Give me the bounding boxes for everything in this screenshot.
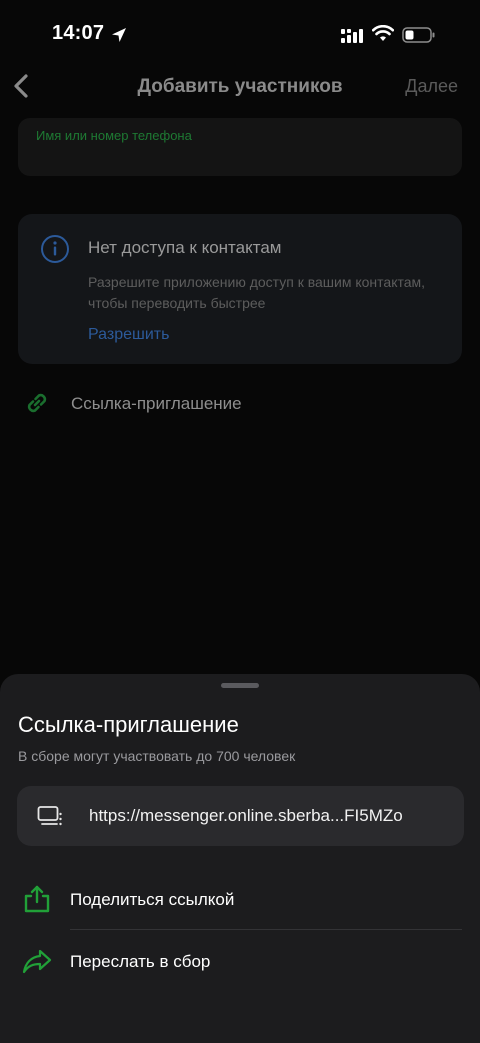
- link-icon: [27, 393, 47, 413]
- battery-icon: [402, 27, 435, 43]
- screen: 14:07 Добавить участников Далее Имя или …: [0, 0, 480, 1043]
- location-arrow-icon: [112, 28, 126, 42]
- invite-url-text: https://messenger.online.sberba...FI5MZo: [89, 806, 403, 825]
- sheet-subtitle: В сборе могут участвовать до 700 человек: [18, 748, 296, 764]
- allow-access-link[interactable]: Разрешить: [88, 326, 169, 344]
- wifi-icon: [372, 25, 394, 41]
- next-button[interactable]: Далее: [405, 76, 458, 97]
- navigation-bar: Добавить участников Далее: [0, 64, 480, 108]
- sheet-title: Ссылка-приглашение: [18, 712, 239, 737]
- share-icon: [24, 885, 50, 913]
- invite-link-row[interactable]: Ссылка-приглашение: [18, 384, 462, 424]
- contacts-card-title: Нет доступа к контактам: [88, 238, 282, 257]
- forward-to-fund-button[interactable]: Переслать в сбор: [0, 934, 480, 990]
- status-time: 14:07: [52, 22, 105, 44]
- forward-to-fund-label: Переслать в сбор: [70, 952, 211, 971]
- contacts-card-text: Разрешите приложению доступ к вашим конт…: [88, 274, 426, 311]
- cellular-signal-icon: [341, 29, 363, 43]
- sheet-drag-handle[interactable]: [221, 683, 259, 688]
- invite-link-label: Ссылка-приглашение: [71, 394, 242, 413]
- share-link-button[interactable]: Поделиться ссылкой: [0, 872, 480, 928]
- actions-divider: [70, 929, 462, 930]
- info-icon: [41, 235, 69, 263]
- invite-url-box[interactable]: https://messenger.online.sberba...FI5MZo: [17, 786, 464, 846]
- status-bar: 14:07: [0, 0, 480, 70]
- search-placeholder: Имя или номер телефона: [36, 128, 192, 143]
- search-input[interactable]: Имя или номер телефона: [18, 118, 462, 176]
- share-link-label: Поделиться ссылкой: [70, 890, 235, 909]
- forward-icon: [22, 949, 52, 974]
- copy-link-icon: [37, 806, 62, 826]
- invite-bottom-sheet: Ссылка-приглашение В сборе могут участво…: [0, 674, 480, 1043]
- contacts-access-card: Нет доступа к контактам Разрешите прилож…: [18, 214, 462, 364]
